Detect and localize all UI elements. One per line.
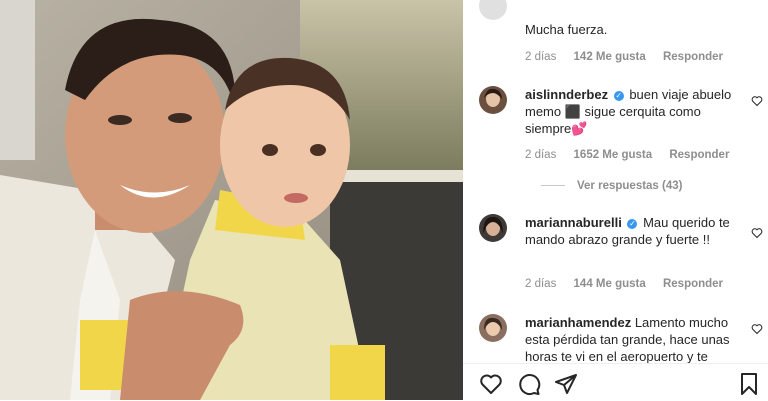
comment-username[interactable]: mariannaburelli [525, 215, 622, 230]
post-photo-image [0, 0, 463, 400]
verified-icon: ✓ [627, 219, 638, 229]
reply-button[interactable]: Responder [663, 51, 723, 63]
view-replies-button[interactable]: Ver respuestas (43) [541, 180, 682, 192]
reply-button[interactable]: Responder [663, 278, 723, 290]
comment-likes[interactable]: 142 Me gusta [574, 51, 646, 63]
avatar-image [483, 216, 503, 236]
bookmark-icon[interactable] [737, 372, 761, 396]
reply-button[interactable]: Responder [669, 149, 729, 161]
avatar-image [484, 317, 502, 336]
comment-icon[interactable] [517, 372, 541, 396]
comment-like-icon[interactable] [751, 94, 763, 107]
comment-time: 2 días [525, 278, 557, 290]
avatar-image [484, 88, 502, 107]
share-icon[interactable] [554, 372, 578, 396]
avatar[interactable] [479, 314, 507, 342]
comment-username[interactable]: marianhamendez [525, 315, 631, 330]
comment-meta: 2 días 144 Me gusta Responder [525, 278, 737, 290]
avatar[interactable] [479, 86, 507, 114]
comment-like-icon[interactable] [751, 322, 763, 335]
comment-like-icon[interactable] [751, 226, 763, 239]
comment-text: marianhamendez Lamento mucho esta pérdid… [525, 314, 733, 365]
comment-meta: 2 días 1652 Me gusta Responder [525, 149, 743, 161]
verified-icon: ✓ [613, 91, 624, 101]
comment-likes[interactable]: 1652 Me gusta [574, 149, 653, 161]
comment-username[interactable]: aislinnderbez [525, 87, 608, 102]
avatar[interactable] [479, 0, 507, 20]
avatar[interactable] [479, 214, 507, 242]
comment-text: mariannaburelli ✓ Mau querido te mando a… [525, 214, 733, 248]
replies-divider [541, 185, 565, 187]
post-photo[interactable] [0, 0, 463, 400]
comment-time: 2 días [525, 149, 557, 161]
comment-text: Mucha fuerza. [525, 22, 608, 37]
post-action-bar [463, 363, 768, 401]
comment-text: aislinnderbez ✓ buen viaje abuelo memo ⬛… [525, 86, 733, 137]
comment-likes[interactable]: 144 Me gusta [574, 278, 646, 290]
comment-time: 2 días [525, 51, 557, 63]
comment-meta: 2 días 142 Me gusta Responder [525, 51, 737, 63]
view-replies-label: Ver respuestas (43) [577, 180, 683, 192]
heart-icon[interactable] [479, 372, 503, 396]
comments-panel: Mucha fuerza. 2 días 142 Me gusta Respon… [463, 0, 768, 400]
